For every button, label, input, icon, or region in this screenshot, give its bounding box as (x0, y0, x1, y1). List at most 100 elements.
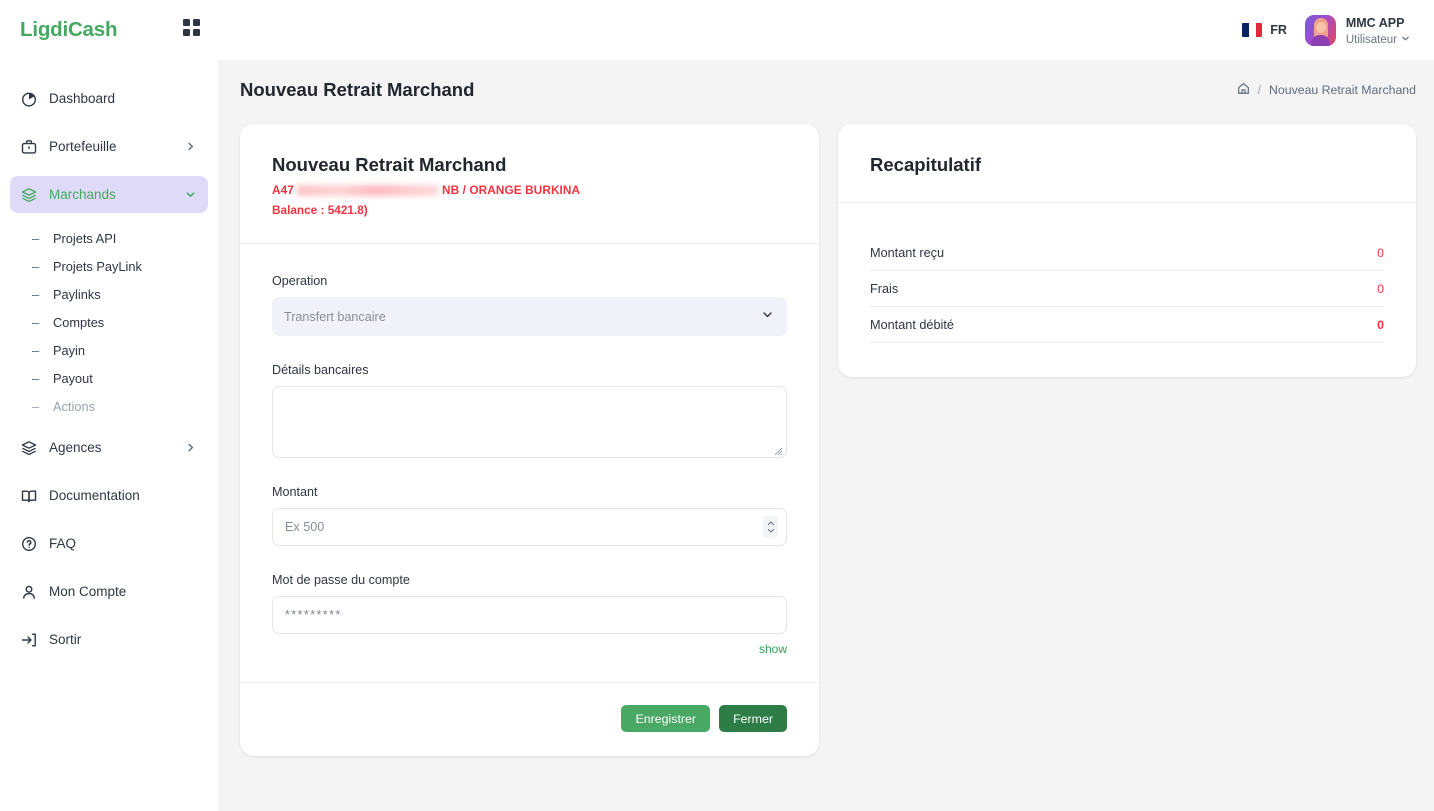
dash-icon: – (32, 342, 40, 358)
recap-row-value: 0 (1377, 281, 1384, 296)
sidebar-subitem-label: Paylinks (53, 286, 101, 302)
sidebar-subitem-label: Payin (53, 342, 86, 358)
user-role: Utilisateur (1345, 33, 1397, 46)
password-field: ********* (285, 608, 342, 622)
brand-header: LigdiCash (0, 0, 218, 60)
recap-card-header: Recapitulatif (838, 124, 1416, 202)
montant-input-wrapper[interactable]: Ex 500 (272, 508, 787, 546)
recap-card-body: Montant reçu 0 Frais 0 Montant débité 0 (838, 203, 1416, 377)
merchant-info: A47 NB / ORANGE BURKINA (272, 183, 787, 197)
layers-icon (20, 439, 37, 456)
sidebar-item-faq[interactable]: FAQ (10, 525, 208, 562)
sidebar-item-dashboard[interactable]: Dashboard (10, 80, 208, 117)
grid-icon[interactable] (183, 19, 200, 41)
recapitulatif-card: Recapitulatif Montant reçu 0 Frais 0 Mon… (838, 124, 1416, 377)
topbar: FR MMC APP Utilisateur (218, 0, 1434, 60)
field-montant: Montant Ex 500 (272, 485, 787, 546)
field-password: Mot de passe du compte ********* show (272, 573, 787, 656)
form-card-footer: Enregistrer Fermer (240, 683, 819, 756)
user-role-row: Utilisateur (1346, 33, 1410, 47)
sidebar-item-agences[interactable]: Agences (10, 429, 208, 466)
sidebar-subitem-payin[interactable]: – Payin (0, 336, 218, 364)
sidebar-nav: Dashboard Portefeuille Marchands – Proje… (0, 60, 218, 669)
recap-row-montant-recu: Montant reçu 0 (870, 235, 1384, 271)
user-icon (20, 583, 37, 600)
question-circle-icon (20, 535, 37, 552)
avatar (1304, 14, 1336, 46)
page-header: Nouveau Retrait Marchand / Nouveau Retra… (218, 60, 1434, 120)
form-card-body: Operation Transfert bancaire Détails ban… (240, 244, 819, 682)
sidebar-subitem-paylinks[interactable]: – Paylinks (0, 280, 218, 308)
form-card-header: Nouveau Retrait Marchand A47 NB / ORANGE… (240, 124, 819, 243)
sidebar-item-portefeuille[interactable]: Portefeuille (10, 128, 208, 165)
chevron-right-icon (185, 442, 196, 453)
app-root: LigdiCash Dashboard Portefeuille Marchan… (0, 0, 1434, 811)
user-menu[interactable]: MMC APP Utilisateur (1304, 13, 1410, 47)
operation-label: Operation (272, 274, 328, 288)
dash-icon: – (32, 286, 40, 302)
sidebar-subitem-label: Payout (53, 370, 93, 386)
france-flag-icon (1242, 23, 1263, 37)
chevron-down-icon (761, 308, 774, 326)
logout-icon (20, 631, 37, 648)
sidebar-subitem-payout[interactable]: – Payout (0, 364, 218, 392)
recap-row-label: Frais (870, 281, 899, 296)
field-bank-details: Détails bancaires (272, 363, 787, 458)
sidebar-item-documentation[interactable]: Documentation (10, 477, 208, 514)
operation-select[interactable]: Transfert bancaire (272, 297, 787, 336)
montant-placeholder: Ex 500 (285, 520, 325, 534)
sidebar-subitem-label: Projets PayLink (53, 258, 142, 274)
password-input-wrapper[interactable]: ********* (272, 596, 787, 634)
dash-icon: – (32, 370, 40, 386)
merchant-prefix: A47 (272, 183, 294, 197)
sidebar-item-label: FAQ (49, 536, 77, 551)
redacted-text (296, 184, 439, 196)
sidebar-item-label: Marchands (49, 187, 116, 202)
sidebar-subitem-projets-api[interactable]: – Projets API (0, 224, 218, 252)
recap-row-label: Montant reçu (870, 245, 945, 260)
recap-row-montant-debite: Montant débité 0 (870, 307, 1384, 343)
sidebar-submenu-marchands: – Projets API – Projets PayLink – Paylin… (0, 224, 218, 420)
bank-details-textarea[interactable] (272, 386, 787, 458)
pie-chart-icon (20, 90, 37, 107)
recap-row-value: 0 (1377, 317, 1384, 332)
operation-selected-value: Transfert bancaire (284, 309, 386, 324)
quantity-stepper[interactable] (763, 516, 778, 538)
dash-icon: – (32, 398, 40, 414)
sidebar-subitem-projets-paylink[interactable]: – Projets PayLink (0, 252, 218, 280)
resize-handle-icon[interactable] (772, 443, 783, 456)
chevron-down-icon (1401, 33, 1410, 47)
breadcrumb-current: Nouveau Retrait Marchand (1269, 83, 1416, 97)
recap-title: Recapitulatif (870, 154, 982, 175)
recap-row-label: Montant débité (870, 317, 954, 332)
sidebar-subitem-actions[interactable]: – Actions (0, 392, 218, 420)
bank-details-label: Détails bancaires (272, 363, 369, 377)
sidebar: LigdiCash Dashboard Portefeuille Marchan… (0, 0, 218, 811)
home-icon[interactable] (1237, 82, 1250, 98)
sidebar-subitem-label: Projets API (53, 230, 117, 246)
sidebar-item-label: Sortir (49, 632, 82, 647)
show-password-link[interactable]: show (272, 642, 787, 656)
sidebar-item-sortir[interactable]: Sortir (10, 621, 208, 658)
sidebar-item-marchands[interactable]: Marchands (10, 176, 208, 213)
sidebar-subitem-comptes[interactable]: – Comptes (0, 308, 218, 336)
breadcrumb: / Nouveau Retrait Marchand (1237, 82, 1416, 98)
close-button[interactable]: Fermer (719, 705, 787, 732)
sidebar-subitem-label: Actions (53, 398, 95, 414)
language-code: FR (1270, 23, 1287, 37)
recap-row-value: 0 (1377, 245, 1384, 260)
sidebar-item-label: Portefeuille (49, 139, 117, 154)
save-button[interactable]: Enregistrer (621, 705, 711, 732)
sidebar-item-label: Mon Compte (49, 584, 127, 599)
user-name: MMC APP (1345, 15, 1405, 30)
breadcrumb-separator: / (1257, 83, 1262, 97)
field-operation: Operation Transfert bancaire (272, 274, 787, 336)
withdrawal-form-card: Nouveau Retrait Marchand A47 NB / ORANGE… (240, 124, 819, 756)
sidebar-item-mon-compte[interactable]: Mon Compte (10, 573, 208, 610)
merchant-balance: Balance : 5421.8) (272, 203, 368, 217)
language-selector[interactable]: FR (1242, 23, 1287, 37)
sidebar-item-label: Agences (49, 440, 102, 455)
main-area: FR MMC APP Utilisateur Nouveau Retrait M… (218, 0, 1434, 811)
content-area: Nouveau Retrait Marchand A47 NB / ORANGE… (218, 120, 1434, 811)
